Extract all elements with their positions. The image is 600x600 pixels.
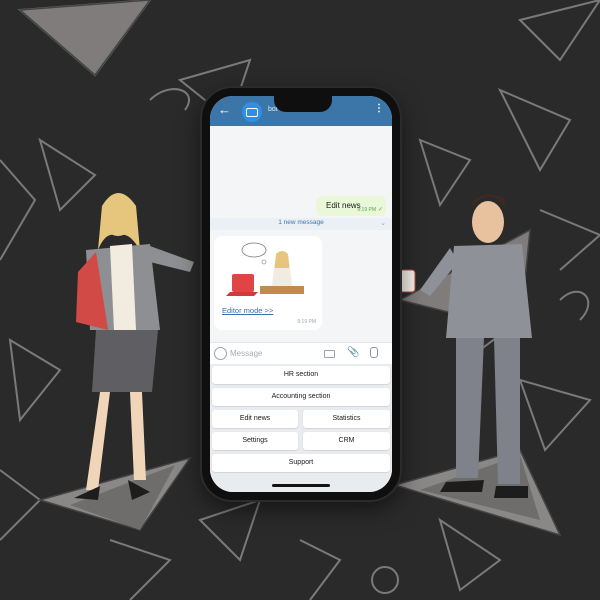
phone-device: ← bot ⋮ Edit news 9:19 PM ✓ 1 new messag… xyxy=(202,88,400,500)
settings-label: Settings xyxy=(242,437,268,444)
chevron-down-icon[interactable]: ⌄ xyxy=(380,219,386,227)
editor-mode-link[interactable]: Editor mode >> xyxy=(222,306,273,315)
outgoing-message-text: Edit news xyxy=(326,201,361,210)
crm-button[interactable]: CRM xyxy=(303,432,390,450)
support-button[interactable]: Support xyxy=(212,454,390,472)
arrow-left-icon[interactable]: ← xyxy=(218,103,231,117)
incoming-message-time: 9:19 PM xyxy=(297,319,316,325)
keyboard-icon[interactable] xyxy=(324,350,335,358)
hr-section-button[interactable]: HR section xyxy=(212,366,390,384)
bot-avatar-icon[interactable] xyxy=(242,102,262,122)
new-messages-label: 1 new message xyxy=(278,219,324,226)
phone-notch xyxy=(274,96,332,112)
double-check-icon: ✓ xyxy=(377,207,383,213)
message-input[interactable]: Message xyxy=(230,349,262,358)
home-indicator[interactable] xyxy=(272,484,330,487)
statistics-button[interactable]: Statistics xyxy=(303,410,390,428)
paperclip-icon[interactable]: 📎 xyxy=(347,347,359,358)
accounting-section-button[interactable]: Accounting section xyxy=(212,388,390,406)
outgoing-message: Edit news 9:19 PM ✓ xyxy=(316,196,386,216)
edit-news-label: Edit news xyxy=(239,415,271,422)
statistics-label: Statistics xyxy=(332,415,361,422)
message-composer: Message 📎 xyxy=(210,342,392,365)
phone-screen: ← bot ⋮ Edit news 9:19 PM ✓ 1 new messag… xyxy=(210,96,392,492)
outgoing-message-time: 9:19 PM xyxy=(357,207,376,213)
microphone-icon[interactable] xyxy=(370,347,378,358)
edit-news-button[interactable]: Edit news xyxy=(212,410,298,428)
crm-label: CRM xyxy=(338,437,355,444)
accounting-section-label: Accounting section xyxy=(271,393,331,400)
bot-keyboard: HR section Accounting section Edit news … xyxy=(210,364,392,492)
message-illustration xyxy=(224,242,312,304)
chat-area: Edit news 9:19 PM ✓ 1 new message ⌄ Edit… xyxy=(210,126,392,342)
settings-button[interactable]: Settings xyxy=(212,432,298,450)
support-label: Support xyxy=(288,459,314,466)
emoji-icon[interactable] xyxy=(214,347,227,360)
incoming-message: Editor mode >> 9:19 PM xyxy=(214,236,322,330)
hr-section-label: HR section xyxy=(283,371,319,378)
new-messages-divider: 1 new message ⌄ xyxy=(210,218,392,230)
kebab-menu-icon[interactable]: ⋮ xyxy=(374,104,384,114)
